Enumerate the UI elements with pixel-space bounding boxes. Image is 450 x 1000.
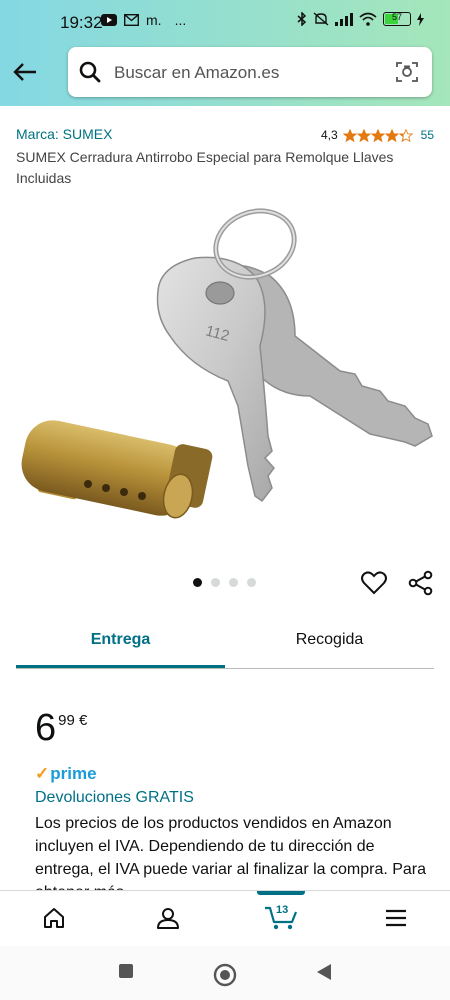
prime-check-icon: ✓ (35, 764, 50, 783)
youtube-icon (101, 14, 117, 26)
wifi-icon (359, 12, 377, 26)
delivery-tabs: Entrega Recogida (16, 616, 434, 669)
carousel-dot[interactable] (229, 578, 238, 587)
home-icon (44, 908, 64, 928)
cart-count: 13 (276, 904, 289, 916)
account-icon (157, 908, 179, 929)
status-bar: 19:32 m. ... 57 (0, 0, 450, 40)
carousel-dot[interactable] (211, 578, 220, 587)
search-input[interactable] (112, 57, 386, 89)
status-right-icons: 57 (297, 12, 424, 26)
free-returns-link[interactable]: Devoluciones GRATIS (35, 789, 194, 807)
prime-badge: ✓ prime (35, 764, 97, 784)
nav-home[interactable] (39, 903, 69, 933)
status-time: 19:32 (60, 13, 103, 32)
back-system-icon[interactable] (315, 963, 333, 981)
star-icon (370, 128, 385, 142)
prime-label: prime (50, 764, 97, 783)
charging-icon (417, 12, 424, 26)
price-fraction: 99 € (58, 712, 88, 729)
star-rating (342, 128, 413, 142)
mute-icon (313, 12, 329, 26)
image-carousel-dots[interactable] (193, 578, 256, 587)
menu-icon (386, 909, 406, 927)
share-icon[interactable] (408, 570, 434, 596)
gmail-icon (124, 14, 139, 26)
star-icon (356, 128, 371, 142)
battery-icon: 57 (383, 12, 411, 26)
system-navigation-bar (0, 946, 450, 1000)
brand-link[interactable]: Marca: SUMEX (16, 126, 112, 142)
search-icon (79, 61, 101, 83)
star-icon (342, 128, 357, 142)
more-notifications: ... (174, 12, 187, 28)
product-title: SUMEX Cerradura Antirrobo Especial para … (16, 149, 394, 186)
price: 6 99 € (35, 706, 87, 750)
rating-summary[interactable]: 4,3 55 (321, 128, 434, 142)
price-whole: 6 (35, 707, 57, 749)
arrow-left-icon (13, 63, 36, 81)
active-tab-indicator (257, 891, 305, 895)
rating-value: 4,3 (320, 128, 338, 142)
heart-icon[interactable] (360, 569, 388, 597)
notification-icons: m. ... (101, 12, 186, 28)
home-system-icon[interactable] (213, 963, 237, 987)
nav-menu[interactable] (381, 903, 411, 933)
product-image[interactable]: 112 (10, 196, 440, 526)
nav-account[interactable] (153, 903, 183, 933)
tab-entrega[interactable]: Entrega (16, 616, 225, 668)
tab-recogida[interactable]: Recogida (225, 616, 434, 666)
star-icon (384, 128, 399, 142)
bottom-navigation (0, 890, 450, 947)
battery-percent: 57 (391, 12, 402, 22)
carousel-dot[interactable] (193, 578, 202, 587)
vat-info-text: Los precios de los productos vendidos en… (35, 815, 427, 890)
camera-icon[interactable] (395, 60, 419, 84)
search-bar[interactable] (68, 47, 432, 97)
app-header: 19:32 m. ... 57 (0, 0, 450, 106)
signal-icon (335, 12, 353, 26)
bluetooth-icon (297, 12, 307, 26)
carousel-dot[interactable] (247, 578, 256, 587)
back-button[interactable] (10, 58, 40, 86)
rating-count[interactable]: 55 (421, 128, 434, 142)
notification-m-text: m. (146, 12, 162, 28)
recent-apps-icon[interactable] (118, 963, 134, 979)
star-icon (398, 128, 413, 142)
